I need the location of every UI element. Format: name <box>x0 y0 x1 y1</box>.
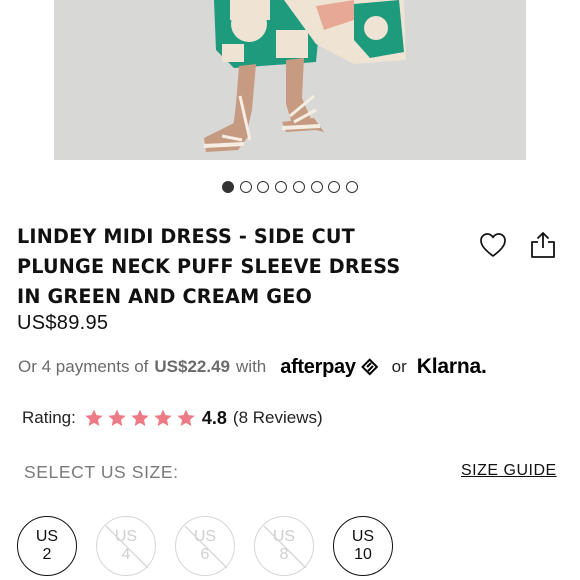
klarna-logo[interactable]: Klarna. <box>417 355 487 379</box>
carousel-dot[interactable] <box>221 181 234 193</box>
size-selector-label: SELECT US SIZE: <box>24 462 179 482</box>
installment-with: with <box>236 357 267 376</box>
rating-stars <box>84 408 196 428</box>
size-region: US <box>35 528 59 545</box>
star-icon <box>108 409 126 426</box>
carousel-dot[interactable] <box>292 181 305 193</box>
reviews-count-link[interactable]: (8 Reviews) <box>233 408 323 428</box>
size-value: 10 <box>354 546 372 563</box>
size-value: 2 <box>42 546 52 563</box>
product-title-line: PLUNGE NECK PUFF SLEEVE DRESS <box>17 255 401 278</box>
product-title: LINDEY MIDI DRESS - SIDE CUT PLUNGE NECK… <box>17 222 457 312</box>
size-options: US 2 US 4 US 6 US 8 US 10 <box>17 516 393 576</box>
size-option-6-unavailable: US 6 <box>175 516 235 576</box>
installment-prefix: Or 4 payments of <box>18 357 149 376</box>
carousel-dot[interactable] <box>328 181 341 193</box>
size-guide-link[interactable]: SIZE GUIDE <box>461 462 557 480</box>
rating-label: Rating: <box>22 408 76 427</box>
carousel-dot[interactable] <box>346 181 359 193</box>
installment-amount: US$22.49 <box>154 357 231 376</box>
carousel-dots <box>0 181 580 195</box>
unavailable-slash-icon <box>105 525 149 569</box>
share-button[interactable] <box>530 231 556 259</box>
unavailable-slash-icon <box>184 525 228 569</box>
rating-value: 4.8 <box>201 407 227 428</box>
product-image[interactable] <box>54 0 526 160</box>
afterpay-logo[interactable]: afterpay <box>280 356 381 379</box>
product-title-line: LINDEY MIDI DRESS - SIDE CUT <box>17 225 355 248</box>
star-icon <box>154 409 172 426</box>
size-option-2[interactable]: US 2 <box>17 516 77 576</box>
product-title-line: IN GREEN AND CREAM GEO <box>17 285 313 308</box>
product-rating: Rating: 4.8 (8 Reviews) <box>22 405 323 431</box>
installment-info: Or 4 payments of US$22.49 with afterpay … <box>18 354 487 380</box>
star-icon <box>177 409 195 426</box>
unavailable-slash-icon <box>263 525 307 569</box>
carousel-dot[interactable] <box>310 181 323 193</box>
share-icon <box>531 232 555 258</box>
carousel-dot[interactable] <box>275 181 288 193</box>
size-option-8-unavailable: US 8 <box>254 516 314 576</box>
payment-or-text: or <box>391 357 407 376</box>
afterpay-label: afterpay <box>280 355 356 378</box>
carousel-dot[interactable] <box>257 181 270 193</box>
star-icon <box>85 409 103 426</box>
heart-icon <box>480 233 506 257</box>
wishlist-button[interactable] <box>479 232 507 258</box>
star-icon <box>131 409 149 426</box>
size-region: US <box>351 528 375 545</box>
size-option-10[interactable]: US 10 <box>333 516 393 576</box>
product-price: US$89.95 <box>17 312 109 334</box>
afterpay-arrows-icon <box>360 358 378 376</box>
carousel-dot[interactable] <box>239 181 252 193</box>
size-option-4-unavailable: US 4 <box>96 516 156 576</box>
